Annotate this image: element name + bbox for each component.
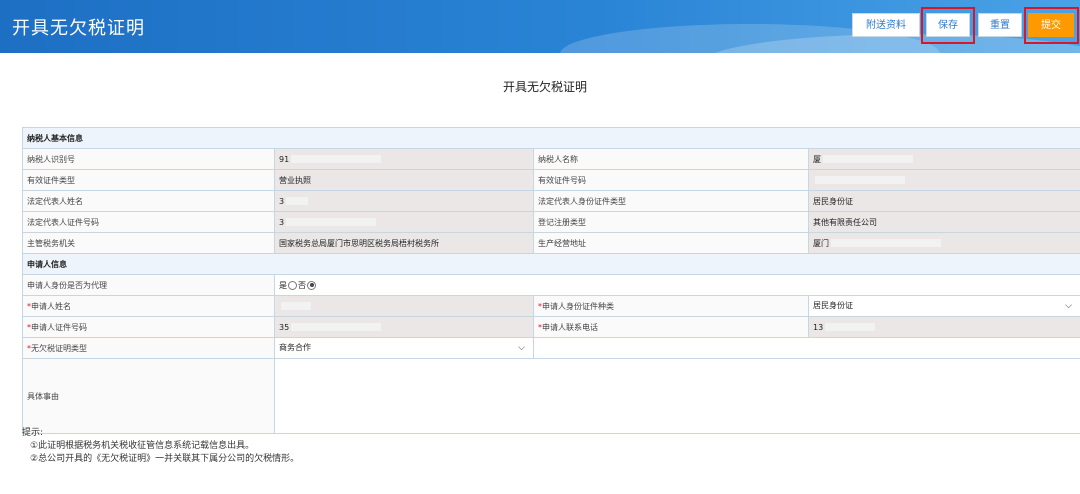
applicant-phone-label: *申请人联系电话 bbox=[533, 316, 809, 338]
taxpayer-id-value: 91 bbox=[274, 148, 534, 170]
chevron-down-icon: ⌵ bbox=[1065, 301, 1072, 311]
radio-no[interactable] bbox=[307, 280, 316, 290]
applicant-id-type-select[interactable]: 居民身份证 ⌵ bbox=[808, 295, 1080, 317]
chevron-down-icon: ⌵ bbox=[518, 343, 525, 353]
taxpayer-id-label: 纳税人识别号 bbox=[22, 148, 275, 170]
legal-rep-name-label: 法定代表人姓名 bbox=[22, 190, 275, 212]
applicant-id-no-field[interactable]: 35 bbox=[274, 316, 534, 338]
submit-highlight-box bbox=[1024, 7, 1079, 44]
radio-yes-label: 是 bbox=[279, 280, 287, 290]
cert-kind-select[interactable]: 商务合作 ⌵ bbox=[274, 337, 534, 359]
reg-type-label: 登记注册类型 bbox=[533, 211, 809, 233]
tax-authority-label: 主管税务机关 bbox=[22, 232, 275, 254]
applicant-name-field[interactable] bbox=[274, 295, 534, 317]
app-title: 开具无欠税证明 bbox=[12, 18, 145, 39]
section-applicant: 申请人信息 bbox=[22, 253, 1080, 275]
taxpayer-name-label: 纳税人名称 bbox=[533, 148, 809, 170]
section-taxpayer: 纳税人基本信息 bbox=[22, 127, 1080, 149]
notes-block: 提示: ①此证明根据税务机关税收征管信息系统记载信息出具。 ②总公司开具的《无欠… bbox=[22, 427, 299, 466]
taxpayer-name-value: 厦 bbox=[808, 148, 1080, 170]
cert-no-value bbox=[808, 169, 1080, 191]
applicant-name-label: *申请人姓名 bbox=[22, 295, 275, 317]
cert-type-value: 营业执照 bbox=[274, 169, 534, 191]
legal-rep-id-no-label: 法定代表人证件号码 bbox=[22, 211, 275, 233]
notes-title: 提示: bbox=[22, 428, 44, 438]
is-agent-label: 申请人身份是否为代理 bbox=[22, 274, 275, 296]
reason-label: 具体事由 bbox=[22, 358, 275, 434]
is-agent-radio-group: 是否 bbox=[274, 274, 1080, 296]
note-item: ②总公司开具的《无欠税证明》一并关联其下属分公司的欠税情形。 bbox=[30, 454, 300, 464]
cert-no-label: 有效证件号码 bbox=[533, 169, 809, 191]
legal-rep-name-value: 3 bbox=[274, 190, 534, 212]
business-address-label: 生产经营地址 bbox=[533, 232, 809, 254]
tax-authority-value: 国家税务总局厦门市思明区税务局梧村税务所 bbox=[274, 232, 534, 254]
note-item: ①此证明根据税务机关税收征管信息系统记载信息出具。 bbox=[30, 441, 255, 451]
legal-rep-id-type-label: 法定代表人身份证件类型 bbox=[533, 190, 809, 212]
applicant-phone-field[interactable]: 13 bbox=[808, 316, 1080, 338]
attach-documents-button[interactable]: 附送资料 bbox=[852, 13, 920, 37]
cert-kind-label: *无欠税证明类型 bbox=[22, 337, 275, 359]
applicant-id-type-label: *申请人身份证件种类 bbox=[533, 295, 809, 317]
form-title: 开具无欠税证明 bbox=[502, 80, 587, 94]
business-address-value: 厦门 bbox=[808, 232, 1080, 254]
reg-type-value: 其他有限责任公司 bbox=[808, 211, 1080, 233]
legal-rep-id-type-value: 居民身份证 bbox=[808, 190, 1080, 212]
save-highlight-box bbox=[921, 7, 975, 44]
reset-button[interactable]: 重置 bbox=[978, 13, 1022, 37]
radio-yes[interactable] bbox=[288, 280, 297, 290]
legal-rep-id-no-value: 3 bbox=[274, 211, 534, 233]
radio-no-label: 否 bbox=[298, 280, 306, 290]
cert-type-label: 有效证件类型 bbox=[22, 169, 275, 191]
applicant-id-no-label: *申请人证件号码 bbox=[22, 316, 275, 338]
reason-textarea[interactable] bbox=[274, 358, 1080, 434]
empty-cell bbox=[533, 337, 1080, 359]
certificate-form: 纳税人基本信息 纳税人识别号 91 纳税人名称 厦 有效证件类型 营业执照 有效… bbox=[22, 127, 1080, 434]
